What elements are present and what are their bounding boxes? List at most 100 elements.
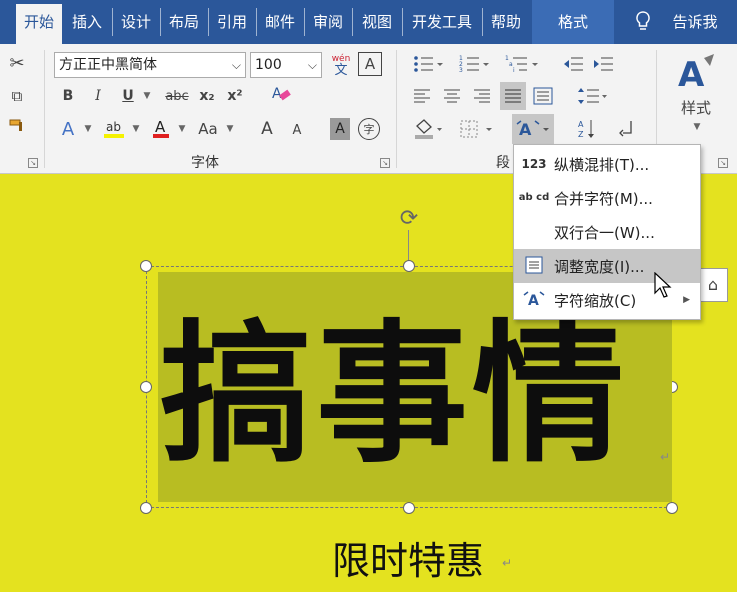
underline-dropdown[interactable]: ▼ xyxy=(140,84,152,108)
underline-button[interactable]: U xyxy=(118,84,138,108)
tab-separator xyxy=(160,8,161,36)
tab-mailings[interactable]: 邮件 xyxy=(258,0,302,44)
tab-design[interactable]: 设计 xyxy=(114,0,158,44)
tab-view[interactable]: 视图 xyxy=(354,0,400,44)
group-divider xyxy=(44,50,45,168)
chevron-down-icon: ▼ xyxy=(84,124,92,134)
tab-references[interactable]: 引用 xyxy=(210,0,254,44)
char-shading-button[interactable]: A xyxy=(330,118,350,140)
increase-indent-icon[interactable] xyxy=(590,52,616,76)
font-name-combo[interactable]: 方正正中黑简体 ⌵ xyxy=(54,52,246,78)
menu-item-two-lines-in-one[interactable]: 双行合一(W)... xyxy=(514,215,700,249)
distributed-icon[interactable] xyxy=(530,84,556,108)
align-center-icon[interactable] xyxy=(440,84,464,108)
menu-item-label: 纵横混排(T)... xyxy=(554,155,650,174)
vertical-in-horizontal-icon: 123 xyxy=(521,157,547,171)
change-case-button[interactable]: Aa xyxy=(194,116,222,142)
format-painter-icon[interactable] xyxy=(4,114,30,138)
tab-separator xyxy=(256,8,257,36)
svg-text:Z: Z xyxy=(578,130,584,139)
resize-handle[interactable] xyxy=(403,502,415,514)
font-size-combo[interactable]: 100 ⌵ xyxy=(250,52,322,78)
copy-icon[interactable]: ⧉ xyxy=(4,84,30,108)
change-case-dropdown[interactable]: ▼ xyxy=(224,116,234,142)
shading-icon[interactable] xyxy=(410,116,446,142)
text-effects-dropdown[interactable]: ▼ xyxy=(82,116,92,142)
menu-item-combine-vertical[interactable]: 123 纵横混排(T)... xyxy=(514,147,700,181)
decrease-indent-icon[interactable] xyxy=(560,52,586,76)
grow-font-button[interactable]: A xyxy=(256,116,278,142)
paragraph-group-label: 段 xyxy=(496,155,510,171)
numbering-icon[interactable]: 123 xyxy=(456,52,492,76)
chevron-down-icon: ▼ xyxy=(143,91,151,101)
resize-handle[interactable] xyxy=(403,260,415,272)
resize-handle[interactable] xyxy=(140,381,152,393)
line-spacing-icon[interactable] xyxy=(574,84,610,108)
styles-icon[interactable]: A xyxy=(672,50,720,94)
styles-dropdown[interactable]: ▼ xyxy=(688,120,704,134)
svg-text:A: A xyxy=(519,120,532,139)
rotate-handle-icon[interactable]: ⟳ xyxy=(396,206,422,232)
align-right-icon[interactable] xyxy=(470,84,494,108)
combine-characters-icon: ab cd xyxy=(518,192,550,203)
font-color-dropdown[interactable]: ▼ xyxy=(176,116,186,142)
asian-layout-icon[interactable]: A xyxy=(512,114,554,144)
clear-formatting-icon[interactable]: A xyxy=(268,82,294,108)
paragraph-mark-icon: ↵ xyxy=(660,450,671,464)
resize-handle[interactable] xyxy=(666,502,678,514)
subtitle-text[interactable]: 限时特惠 xyxy=(332,530,484,585)
font-color-icon[interactable]: A xyxy=(148,116,174,142)
highlight-dropdown[interactable]: ▼ xyxy=(130,116,140,142)
show-marks-icon[interactable] xyxy=(614,116,640,142)
tab-insert[interactable]: 插入 xyxy=(66,0,108,44)
tab-layout[interactable]: 布局 xyxy=(162,0,206,44)
sort-icon[interactable]: AZ xyxy=(574,116,600,142)
tab-review[interactable]: 审阅 xyxy=(306,0,350,44)
svg-text:3: 3 xyxy=(459,67,463,74)
submenu-arrow-icon: ▶ xyxy=(683,295,690,305)
justify-icon[interactable] xyxy=(500,82,526,110)
styles-button-label[interactable]: 样式 xyxy=(672,96,720,118)
tab-separator xyxy=(482,8,483,36)
chevron-down-icon: ▼ xyxy=(226,124,234,134)
tab-separator xyxy=(112,8,113,36)
lightbulb-icon[interactable] xyxy=(628,0,658,44)
superscript-button[interactable]: x² xyxy=(224,84,246,108)
menu-item-label: 调整宽度(I)... xyxy=(554,257,645,276)
bold-button[interactable]: B xyxy=(58,84,78,108)
tab-help[interactable]: 帮助 xyxy=(484,0,528,44)
cut-icon[interactable]: ✂ xyxy=(4,50,30,76)
subscript-button[interactable]: x₂ xyxy=(196,84,218,108)
layout-options-icon[interactable]: ⌂ xyxy=(698,268,728,302)
headline-text[interactable]: 搞事情 xyxy=(160,300,670,490)
char-border-button[interactable]: A xyxy=(358,52,382,76)
chevron-down-icon: ⌵ xyxy=(307,58,317,72)
highlight-color-icon[interactable]: ab xyxy=(100,116,128,142)
svg-text:A: A xyxy=(528,293,539,308)
tell-me-box[interactable]: 告诉我 xyxy=(662,0,728,44)
paragraph-mark-icon: ↵ xyxy=(502,556,513,570)
tab-format[interactable]: 格式 xyxy=(532,0,614,44)
group-divider xyxy=(396,50,397,168)
resize-handle[interactable] xyxy=(140,260,152,272)
tab-home[interactable]: 开始 xyxy=(16,4,62,44)
bullets-icon[interactable] xyxy=(410,52,446,76)
menu-item-combine-characters[interactable]: ab cd 合并字符(M)... xyxy=(514,181,700,215)
text-effects-button[interactable]: A xyxy=(56,116,80,142)
borders-icon[interactable] xyxy=(456,116,496,142)
tab-separator xyxy=(304,8,305,36)
strikethrough-button[interactable]: abc xyxy=(162,84,192,108)
enclose-characters-button[interactable]: 字 xyxy=(358,118,380,140)
tab-developer[interactable]: 开发工具 xyxy=(404,0,480,44)
shrink-font-button[interactable]: A xyxy=(286,118,308,142)
styles-launcher-icon[interactable]: ↘ xyxy=(718,158,728,168)
clipboard-launcher-icon[interactable]: ↘ xyxy=(28,158,38,168)
phonetic-guide-button[interactable]: wén 文 xyxy=(328,50,354,80)
chevron-down-icon: ▼ xyxy=(178,124,186,134)
align-left-icon[interactable] xyxy=(410,84,434,108)
multilevel-list-icon[interactable]: 1ai xyxy=(502,52,542,76)
font-launcher-icon[interactable]: ↘ xyxy=(380,158,390,168)
italic-button[interactable]: I xyxy=(88,84,108,108)
resize-handle[interactable] xyxy=(140,502,152,514)
font-name-value: 方正正中黑简体 xyxy=(59,57,157,73)
